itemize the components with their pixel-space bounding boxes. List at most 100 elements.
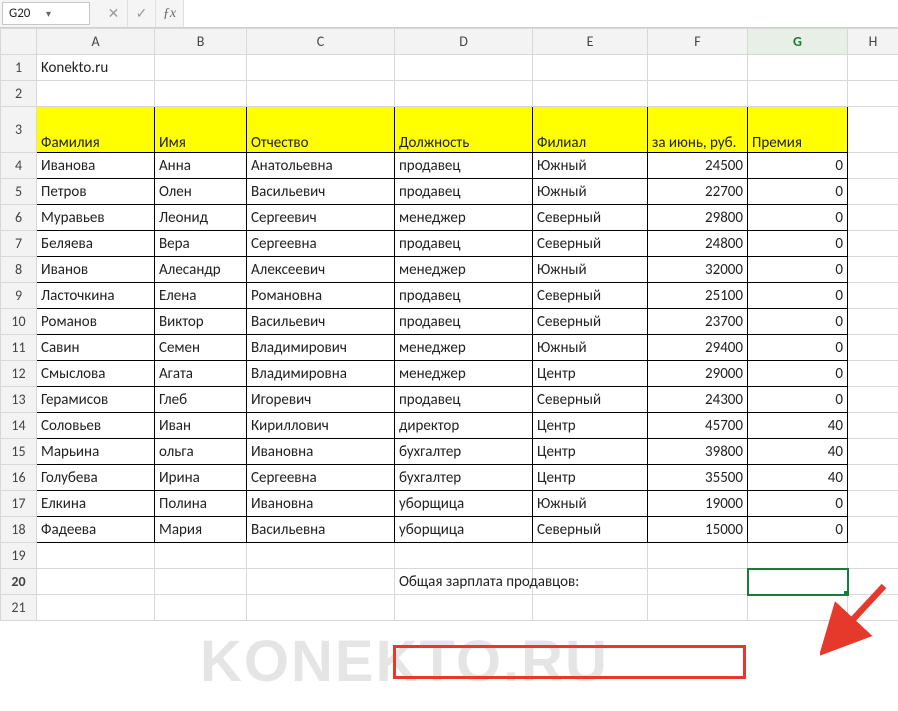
cell[interactable] bbox=[395, 81, 533, 107]
cell[interactable]: Кириллович bbox=[247, 413, 395, 439]
cell[interactable]: Северный bbox=[533, 205, 648, 231]
cell[interactable]: 35500 bbox=[648, 465, 748, 491]
cell[interactable]: 29000 bbox=[648, 361, 748, 387]
cell[interactable]: Савин bbox=[37, 335, 155, 361]
cell[interactable]: 0 bbox=[748, 491, 848, 517]
cell[interactable]: Елена bbox=[155, 283, 247, 309]
cell[interactable]: продавец bbox=[395, 387, 533, 413]
cell[interactable]: 24300 bbox=[648, 387, 748, 413]
cell[interactable] bbox=[37, 595, 155, 621]
cell[interactable] bbox=[848, 55, 898, 81]
cell[interactable]: 19000 bbox=[648, 491, 748, 517]
cell[interactable]: Вера bbox=[155, 231, 247, 257]
cell[interactable]: Ивановна bbox=[247, 439, 395, 465]
col-header-B[interactable]: B bbox=[155, 29, 247, 55]
cell[interactable]: продавец bbox=[395, 179, 533, 205]
cell[interactable]: 0 bbox=[748, 335, 848, 361]
row-header[interactable]: 16 bbox=[1, 465, 37, 491]
cell[interactable]: 0 bbox=[748, 257, 848, 283]
cell[interactable]: Беляева bbox=[37, 231, 155, 257]
cell[interactable] bbox=[848, 439, 898, 465]
row-header[interactable]: 15 bbox=[1, 439, 37, 465]
cell[interactable] bbox=[848, 205, 898, 231]
grid[interactable]: A B C D E F G H 1 Konekto.ru 2 bbox=[0, 28, 898, 621]
cell[interactable]: 29800 bbox=[648, 205, 748, 231]
cell[interactable] bbox=[848, 179, 898, 205]
cell[interactable]: Центр bbox=[533, 465, 648, 491]
cell[interactable]: Глеб bbox=[155, 387, 247, 413]
cell[interactable] bbox=[648, 81, 748, 107]
cell[interactable]: Алесандр bbox=[155, 257, 247, 283]
row-header[interactable]: 20 bbox=[1, 569, 37, 595]
name-box[interactable]: G20 ▾ bbox=[2, 2, 90, 25]
cell[interactable]: Агата bbox=[155, 361, 247, 387]
cell[interactable]: 40 bbox=[748, 465, 848, 491]
cell[interactable]: Южный bbox=[533, 179, 648, 205]
cell[interactable]: Алексеевич bbox=[247, 257, 395, 283]
cell[interactable] bbox=[848, 81, 898, 107]
cell[interactable]: Полина bbox=[155, 491, 247, 517]
cell[interactable]: Южный bbox=[533, 335, 648, 361]
cell[interactable] bbox=[37, 543, 155, 569]
cell[interactable]: Васильевич bbox=[247, 309, 395, 335]
cell[interactable] bbox=[395, 595, 533, 621]
cell[interactable] bbox=[848, 543, 898, 569]
cell[interactable]: Мария bbox=[155, 517, 247, 543]
cell[interactable]: 39800 bbox=[648, 439, 748, 465]
cell[interactable]: Центр bbox=[533, 361, 648, 387]
cell[interactable]: Васильевна bbox=[247, 517, 395, 543]
row-header[interactable]: 14 bbox=[1, 413, 37, 439]
col-header-C[interactable]: C bbox=[247, 29, 395, 55]
row-header[interactable]: 7 bbox=[1, 231, 37, 257]
chevron-down-icon[interactable]: ▾ bbox=[46, 7, 83, 20]
cell[interactable]: Виктор bbox=[155, 309, 247, 335]
row-header[interactable]: 9 bbox=[1, 283, 37, 309]
cell[interactable] bbox=[533, 81, 648, 107]
cell[interactable]: Муравьев bbox=[37, 205, 155, 231]
cell[interactable] bbox=[648, 55, 748, 81]
cell[interactable]: Северный bbox=[533, 387, 648, 413]
cell[interactable]: Васильевич bbox=[247, 179, 395, 205]
table-header[interactable]: Отчество bbox=[247, 107, 395, 153]
row-header[interactable]: 3 bbox=[1, 107, 37, 153]
cell[interactable]: 0 bbox=[748, 309, 848, 335]
cell[interactable]: Олен bbox=[155, 179, 247, 205]
cell[interactable]: менеджер bbox=[395, 257, 533, 283]
cell[interactable] bbox=[848, 413, 898, 439]
col-header-D[interactable]: D bbox=[395, 29, 533, 55]
row-header[interactable]: 6 bbox=[1, 205, 37, 231]
cell[interactable]: 40 bbox=[748, 413, 848, 439]
table-header[interactable]: Премия bbox=[748, 107, 848, 153]
cell-A1[interactable]: Konekto.ru bbox=[37, 55, 155, 81]
cell[interactable]: Ирина bbox=[155, 465, 247, 491]
cell[interactable]: Иванов bbox=[37, 257, 155, 283]
row-header[interactable]: 21 bbox=[1, 595, 37, 621]
row-header[interactable]: 13 bbox=[1, 387, 37, 413]
cell[interactable]: 24800 bbox=[648, 231, 748, 257]
cell[interactable] bbox=[155, 569, 247, 595]
cell[interactable]: Центр bbox=[533, 439, 648, 465]
cell[interactable]: Анатольевна bbox=[247, 153, 395, 179]
cell[interactable]: Соловьев bbox=[37, 413, 155, 439]
cell[interactable]: менеджер bbox=[395, 361, 533, 387]
cell[interactable] bbox=[37, 81, 155, 107]
cell[interactable]: Южный bbox=[533, 257, 648, 283]
cell[interactable]: уборщица bbox=[395, 491, 533, 517]
cell[interactable]: продавец bbox=[395, 231, 533, 257]
cell[interactable]: 0 bbox=[748, 387, 848, 413]
cell[interactable]: продавец bbox=[395, 283, 533, 309]
col-header-F[interactable]: F bbox=[648, 29, 748, 55]
cell[interactable]: Елкина bbox=[37, 491, 155, 517]
row-header[interactable]: 18 bbox=[1, 517, 37, 543]
col-header-E[interactable]: E bbox=[533, 29, 648, 55]
cell[interactable] bbox=[848, 283, 898, 309]
col-header-H[interactable]: H bbox=[848, 29, 898, 55]
cell[interactable]: 29400 bbox=[648, 335, 748, 361]
cell[interactable]: Голубева bbox=[37, 465, 155, 491]
cell[interactable] bbox=[848, 387, 898, 413]
cell[interactable]: Сергеевна bbox=[247, 465, 395, 491]
cell[interactable]: 0 bbox=[748, 231, 848, 257]
cell[interactable]: Романов bbox=[37, 309, 155, 335]
row-header[interactable]: 4 bbox=[1, 153, 37, 179]
cell[interactable] bbox=[155, 595, 247, 621]
